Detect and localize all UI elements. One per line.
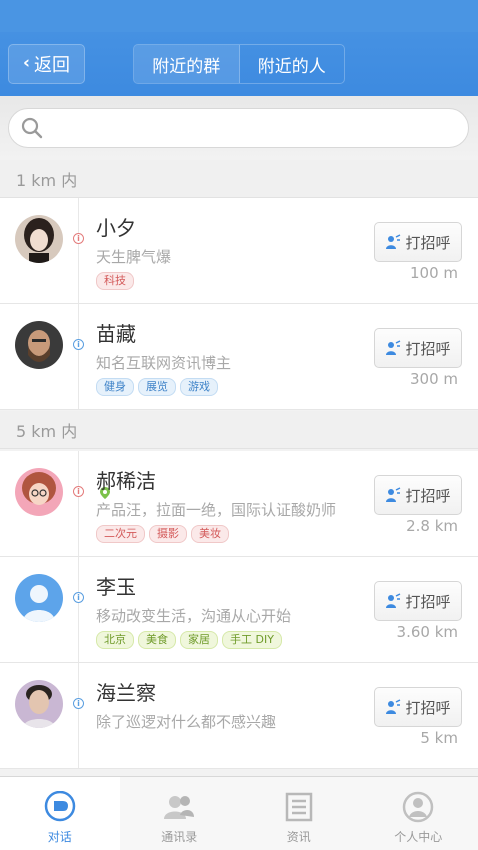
person-bio: 产品汪，拉面一绝，国际认证酸奶师: [96, 501, 337, 519]
person-bio: 天生脾气爆: [96, 248, 172, 266]
nav-header: ‹ 返回 附近的群 附近的人: [0, 0, 478, 96]
tab-label: 资讯: [286, 830, 311, 844]
interest-tag: 美食: [138, 631, 176, 649]
person-bio: 知名互联网资讯博主: [96, 354, 232, 372]
tab-label: 通讯录: [161, 830, 198, 844]
tab-profile[interactable]: 个人中心: [359, 777, 478, 850]
search-box[interactable]: [8, 108, 469, 148]
person-name: 小夕: [96, 216, 136, 240]
interest-tag: 美妆: [191, 525, 229, 543]
person-name: 苗藏: [96, 322, 136, 346]
tag-list: 二次元 摄影 美妆: [96, 525, 229, 543]
segmented-control: 附近的群 附近的人: [133, 44, 345, 84]
tab-nearby-groups[interactable]: 附近的群: [134, 45, 240, 83]
tag-list: 科技: [96, 272, 134, 290]
greet-button[interactable]: 打招呼: [374, 475, 462, 515]
search-input[interactable]: [53, 109, 453, 147]
interest-tag: 摄影: [149, 525, 187, 543]
interest-tag: 北京: [96, 631, 134, 649]
wave-hand-icon: [386, 487, 401, 502]
search-icon: [21, 117, 43, 139]
profile-icon: [403, 791, 434, 823]
distance: 5 km: [420, 729, 458, 747]
wave-hand-icon: [386, 699, 401, 714]
wave-hand-icon: [386, 593, 401, 608]
section-header: 5 km 内: [0, 411, 478, 449]
chevron-left-icon: ‹: [22, 53, 30, 73]
person-row[interactable]: i 郝稀洁 产品汪，拉面一绝，国际认证酸奶师 二次元 摄影 美妆 打招呼 2.8…: [0, 451, 478, 557]
male-gender-icon: i: [73, 339, 84, 350]
greet-button[interactable]: 打招呼: [374, 687, 462, 727]
distance: 3.60 km: [396, 623, 458, 641]
person-row[interactable]: i 苗藏 知名互联网资讯博主 健身 展览 游戏 打招呼 300 m: [0, 304, 478, 410]
tag-list: 健身 展览 游戏: [96, 378, 218, 396]
greet-label: 打招呼: [405, 592, 451, 611]
status-bar: [0, 0, 478, 32]
person-bio: 移动改变生活，沟通从心开始: [96, 607, 292, 625]
back-button[interactable]: ‹ 返回: [8, 44, 85, 84]
person-row[interactable]: i 李玉 移动改变生活，沟通从心开始 北京 美食 家居 手工 DIY 打招呼 3…: [0, 557, 478, 663]
tag-list: 北京 美食 家居 手工 DIY: [96, 631, 282, 649]
divider: [78, 451, 79, 556]
divider: [78, 663, 79, 768]
wave-hand-icon: [386, 340, 401, 355]
tab-contacts[interactable]: 通讯录: [120, 777, 240, 850]
person-name: 郝稀洁: [96, 469, 156, 493]
divider: [78, 557, 79, 662]
bottom-tab-bar: 对话 通讯录 资讯 个人中心: [0, 776, 478, 850]
section-header: 1 km 内: [0, 160, 478, 198]
person-row[interactable]: i 小夕 天生脾气爆 科技 打招呼 100 m: [0, 198, 478, 304]
greet-button[interactable]: 打招呼: [374, 581, 462, 621]
interest-tag: 科技: [96, 272, 134, 290]
male-gender-icon: i: [73, 592, 84, 603]
greet-label: 打招呼: [405, 486, 451, 505]
person-row[interactable]: i 海兰察 除了巡逻对什么都不感兴趣 打招呼 5 km: [0, 663, 478, 769]
interest-tag: 健身: [96, 378, 134, 396]
avatar[interactable]: [15, 321, 63, 369]
interest-tag: 展览: [138, 378, 176, 396]
interest-tag: 游戏: [180, 378, 218, 396]
tab-label: 个人中心: [394, 830, 443, 844]
interest-tag: 家居: [180, 631, 218, 649]
female-gender-icon: i: [73, 233, 84, 244]
greet-button[interactable]: 打招呼: [374, 328, 462, 368]
chat-bubble-icon: [44, 791, 75, 822]
greet-label: 打招呼: [405, 698, 451, 717]
search-bar: [0, 96, 478, 160]
greet-label: 打招呼: [405, 233, 451, 252]
distance: 2.8 km: [406, 517, 458, 535]
news-icon: [285, 792, 312, 822]
interest-tag: 手工 DIY: [222, 631, 282, 649]
person-name: 海兰察: [96, 681, 156, 705]
male-gender-icon: i: [73, 698, 84, 709]
avatar[interactable]: [15, 215, 63, 263]
tab-label: 对话: [47, 830, 72, 844]
greet-label: 打招呼: [405, 339, 451, 358]
divider: [78, 304, 79, 409]
person-bio: 除了巡逻对什么都不感兴趣: [96, 713, 277, 731]
tab-chat[interactable]: 对话: [0, 777, 120, 850]
divider: [78, 198, 79, 303]
back-label: 返回: [34, 55, 70, 76]
tab-news[interactable]: 资讯: [239, 777, 359, 850]
distance: 100 m: [409, 264, 458, 282]
greet-button[interactable]: 打招呼: [374, 222, 462, 262]
avatar[interactable]: [15, 574, 63, 622]
tab-nearby-people[interactable]: 附近的人: [240, 45, 345, 83]
avatar[interactable]: [15, 680, 63, 728]
person-name: 李玉: [96, 575, 136, 599]
interest-tag: 二次元: [96, 525, 145, 543]
avatar[interactable]: [15, 468, 63, 516]
female-gender-icon: i: [73, 486, 84, 497]
wave-hand-icon: [386, 234, 401, 249]
contacts-icon: [164, 796, 195, 819]
distance: 300 m: [409, 370, 458, 388]
